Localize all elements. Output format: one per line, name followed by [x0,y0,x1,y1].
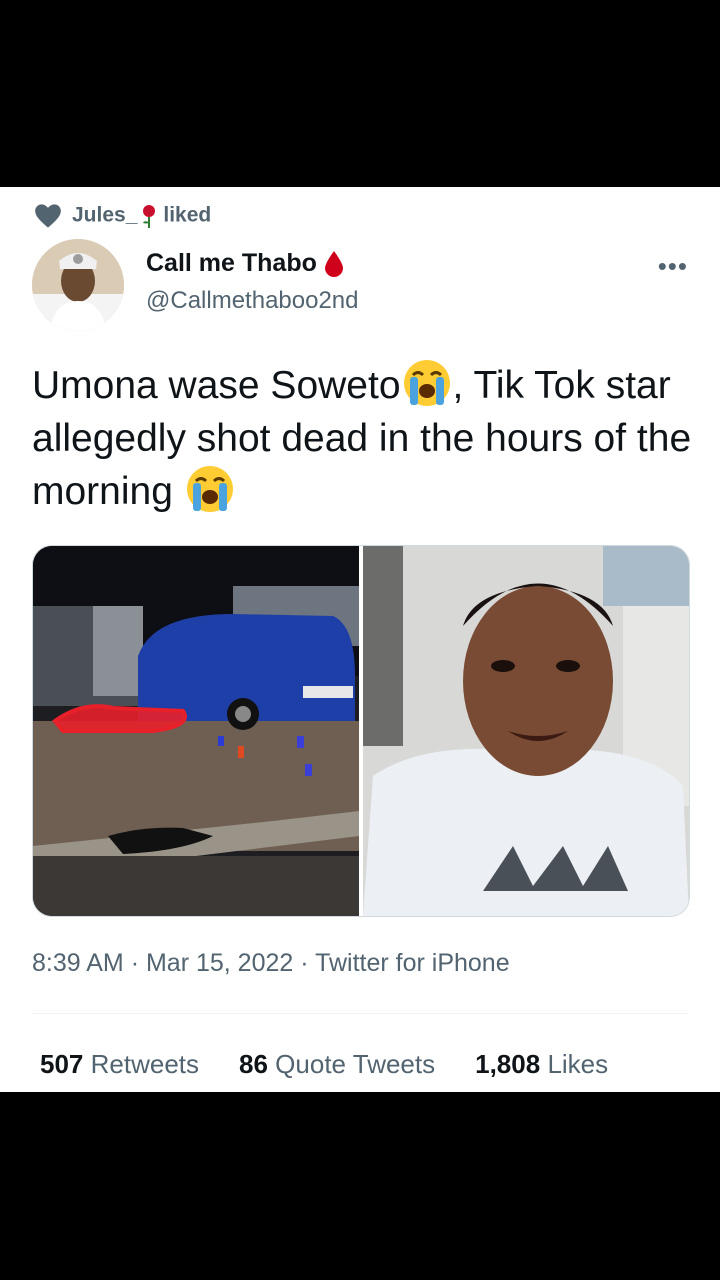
tweet-card: Jules_ liked Call me Thabo @Callmethaboo2… [0,187,720,1092]
loudly-crying-face-icon [403,359,450,406]
meta-separator: · [300,949,309,977]
rose-icon [143,205,156,228]
tweet-time[interactable]: 8:39 AM [32,949,124,977]
tweet-source[interactable]: Twitter for iPhone [315,949,510,977]
drop-of-blood-icon [324,250,343,277]
tweet-text: Umona wase Soweto , Tik Tok star alleged… [32,359,692,518]
meta-separator: · [130,949,140,977]
quote-tweets-stat[interactable]: 86 Quote Tweets [239,1049,435,1080]
tweet-date[interactable]: Mar 15, 2022 [146,949,293,977]
author-handle[interactable]: @Callmethaboo2nd [146,287,359,315]
loudly-crying-face-icon [186,465,233,512]
engagement-stats: 507 Retweets 86 Quote Tweets 1,808 Likes [40,1049,608,1080]
author-display-name[interactable]: Call me Thabo [146,249,345,278]
likes-stat[interactable]: 1,808 Likes [475,1049,608,1080]
tweet-metadata: 8:39 AM · Mar 15, 2022 · Twitter for iPh… [32,949,510,978]
retweets-stat[interactable]: 507 Retweets [40,1049,199,1080]
liked-by-user[interactable]: Jules_ liked [72,203,211,229]
more-options-icon[interactable]: ••• [658,251,688,282]
social-context[interactable]: Jules_ liked [34,203,211,229]
divider [32,1013,688,1014]
media-image-portrait[interactable] [363,546,689,916]
author-avatar[interactable] [32,239,124,331]
avatar-image [32,239,124,331]
media-image-crime-scene[interactable] [33,546,359,916]
heart-icon [35,204,61,228]
tweet-media[interactable] [32,545,690,917]
